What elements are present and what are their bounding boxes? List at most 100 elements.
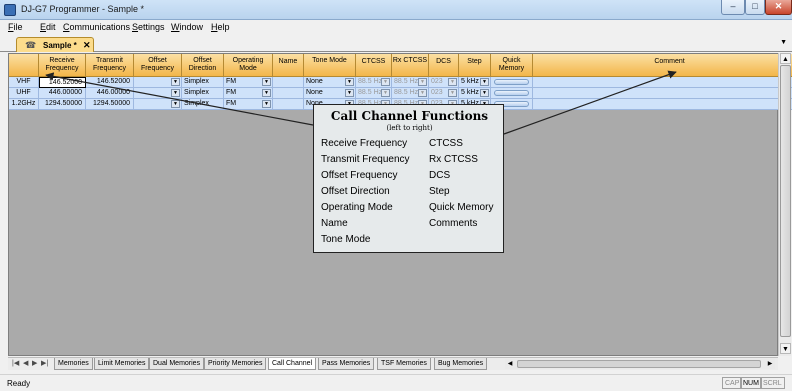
cell-transmit-frequency[interactable]: 446.00000 — [86, 88, 134, 99]
first-sheet-icon[interactable]: |◀ — [12, 359, 19, 367]
previous-sheet-icon[interactable]: ◀ — [23, 359, 28, 367]
cell-comment[interactable] — [533, 88, 792, 99]
menu-communications[interactable]: Communications — [63, 22, 130, 32]
cell-operating-mode[interactable]: FM ▼ — [224, 77, 273, 88]
last-sheet-icon[interactable]: ▶| — [41, 359, 48, 367]
column-header-offset-direction[interactable]: Offset Direction — [182, 54, 224, 77]
cell-rx-ctcss[interactable]: 88.5 Hz▼ — [392, 77, 429, 88]
column-header-transmit-frequency[interactable]: Transmit Frequency — [86, 54, 134, 77]
sheet-tab-dual-memories[interactable]: Dual Memories — [149, 358, 205, 370]
horizontal-scroll-thumb[interactable] — [517, 360, 761, 368]
column-header-tone-mode[interactable]: Tone Mode — [304, 54, 356, 77]
dropdown-arrow-icon[interactable]: ▼ — [448, 89, 457, 97]
cell-tone-mode[interactable]: None ▼ — [304, 88, 356, 99]
cell-comment[interactable] — [533, 99, 792, 110]
cell-receive-frequency[interactable]: 146.52000 — [39, 77, 86, 88]
dropdown-arrow-icon[interactable]: ▼ — [480, 78, 489, 86]
cell-name[interactable] — [273, 99, 304, 110]
cell-offset-frequency[interactable]: ▼ — [134, 77, 182, 88]
dropdown-arrow-icon[interactable]: ▼ — [418, 78, 427, 86]
cell-transmit-frequency[interactable]: 1294.50000 — [86, 99, 134, 110]
sheet-tab-memories[interactable]: Memories — [54, 358, 93, 370]
dropdown-arrow-icon[interactable]: ▼ — [171, 100, 180, 108]
cell-transmit-frequency[interactable]: 146.52000 — [86, 77, 134, 88]
cell-operating-mode[interactable]: FM ▼ — [224, 88, 273, 99]
menu-window[interactable]: Window — [171, 22, 203, 32]
dropdown-arrow-icon[interactable]: ▼ — [171, 89, 180, 97]
dropdown-arrow-icon[interactable]: ▼ — [262, 89, 271, 97]
column-header-receive-frequency[interactable]: Receive Frequency — [39, 54, 86, 77]
cell-comment[interactable] — [533, 77, 792, 88]
dropdown-arrow-icon[interactable]: ▼ — [345, 78, 354, 86]
menu-help[interactable]: Help — [211, 22, 230, 32]
column-header-rx-ctcss[interactable]: Rx CTCSS — [392, 54, 429, 77]
row-header[interactable]: VHF — [9, 77, 39, 88]
cell-name[interactable] — [273, 88, 304, 99]
dropdown-arrow-icon[interactable]: ▼ — [262, 100, 271, 108]
sheet-tab-pass-memories[interactable]: Pass Memories — [318, 358, 375, 370]
close-button[interactable]: ✕ — [765, 0, 792, 15]
dropdown-arrow-icon[interactable]: ▼ — [418, 89, 427, 97]
sheet-tab-limit-memories[interactable]: Limit Memories — [94, 358, 150, 370]
cell-receive-frequency[interactable]: 446.00000 — [39, 88, 86, 99]
row-header[interactable]: UHF — [9, 88, 39, 99]
menu-edit[interactable]: Edit — [40, 22, 56, 32]
cell-offset-frequency[interactable]: ▼ — [134, 99, 182, 110]
dropdown-arrow-icon[interactable]: ▼ — [345, 89, 354, 97]
close-tab-icon[interactable]: ✕ — [83, 40, 91, 51]
dropdown-arrow-icon[interactable]: ▼ — [381, 89, 390, 97]
sheet-tab-call-channel[interactable]: Call Channel — [268, 358, 317, 370]
cell-offset-direction[interactable]: Simplex — [182, 99, 224, 110]
cell-dcs[interactable]: 023 ▼ — [429, 88, 459, 99]
column-header-dcs[interactable]: DCS — [429, 54, 459, 77]
cell-offset-direction[interactable]: Simplex — [182, 88, 224, 99]
quick-memory-button[interactable] — [494, 79, 529, 85]
menu-settings[interactable]: Settings — [132, 22, 165, 32]
cell-step[interactable]: 5 kHz▼ — [459, 77, 491, 88]
tab-list-dropdown-icon[interactable]: ▼ — [780, 39, 787, 46]
sheet-tab-tsf-memories[interactable]: TSF Memories — [377, 358, 431, 370]
scroll-up-icon[interactable]: ▲ — [780, 53, 791, 64]
cell-quick-memory[interactable] — [491, 77, 533, 88]
cell-receive-frequency[interactable]: 1294.50000 — [39, 99, 86, 110]
sheet-tab-priority-memories[interactable]: Priority Memories — [204, 358, 267, 370]
column-header-name[interactable]: Name — [273, 54, 304, 77]
cell-dcs[interactable]: 023 ▼ — [429, 77, 459, 88]
dropdown-arrow-icon[interactable]: ▼ — [171, 78, 180, 86]
cell-ctcss[interactable]: 88.5 Hz▼ — [356, 77, 392, 88]
cell-operating-mode[interactable]: FM ▼ — [224, 99, 273, 110]
cell-name[interactable] — [273, 77, 304, 88]
scroll-right-icon[interactable]: ▶ — [765, 359, 775, 369]
sheet-tab-bug-memories[interactable]: Bug Memories — [434, 358, 488, 370]
vertical-scrollbar[interactable]: ▲ ▼ — [778, 53, 791, 356]
vertical-scroll-thumb[interactable] — [780, 65, 791, 337]
maximize-button[interactable]: □ — [745, 0, 765, 15]
minimize-button[interactable]: – — [721, 0, 745, 15]
column-header-ctcss[interactable]: CTCSS — [356, 54, 392, 77]
cell-ctcss[interactable]: 88.5 Hz▼ — [356, 88, 392, 99]
dropdown-arrow-icon[interactable]: ▼ — [448, 78, 457, 86]
next-sheet-icon[interactable]: ▶ — [32, 359, 37, 367]
column-header-step[interactable]: Step — [459, 54, 491, 77]
column-header-offset-frequency[interactable]: Offset Frequency — [134, 54, 182, 77]
cell-offset-direction[interactable]: Simplex — [182, 77, 224, 88]
menu-file[interactable]: File — [8, 22, 23, 32]
cell-tone-mode[interactable]: None ▼ — [304, 77, 356, 88]
cell-offset-frequency[interactable]: ▼ — [134, 88, 182, 99]
column-header-operating-mode[interactable]: Operating Mode — [224, 54, 273, 77]
row-header[interactable]: 1.2GHz — [9, 99, 39, 110]
scroll-down-icon[interactable]: ▼ — [780, 343, 791, 354]
cell-quick-memory[interactable] — [491, 88, 533, 99]
document-tab-sample[interactable]: ☎ Sample * ✕ — [16, 37, 94, 52]
column-header-quick-memory[interactable]: Quick Memory — [491, 54, 533, 77]
grid-corner-header[interactable] — [9, 54, 39, 77]
dropdown-arrow-icon[interactable]: ▼ — [262, 78, 271, 86]
column-header-comment[interactable]: Comment — [533, 54, 792, 77]
dropdown-arrow-icon[interactable]: ▼ — [480, 89, 489, 97]
quick-memory-button[interactable] — [494, 90, 529, 96]
scroll-left-icon[interactable]: ◀ — [505, 359, 515, 369]
cell-step[interactable]: 5 kHz▼ — [459, 88, 491, 99]
horizontal-scrollbar[interactable]: ◀ ▶ — [505, 359, 775, 369]
cell-rx-ctcss[interactable]: 88.5 Hz▼ — [392, 88, 429, 99]
dropdown-arrow-icon[interactable]: ▼ — [381, 78, 390, 86]
